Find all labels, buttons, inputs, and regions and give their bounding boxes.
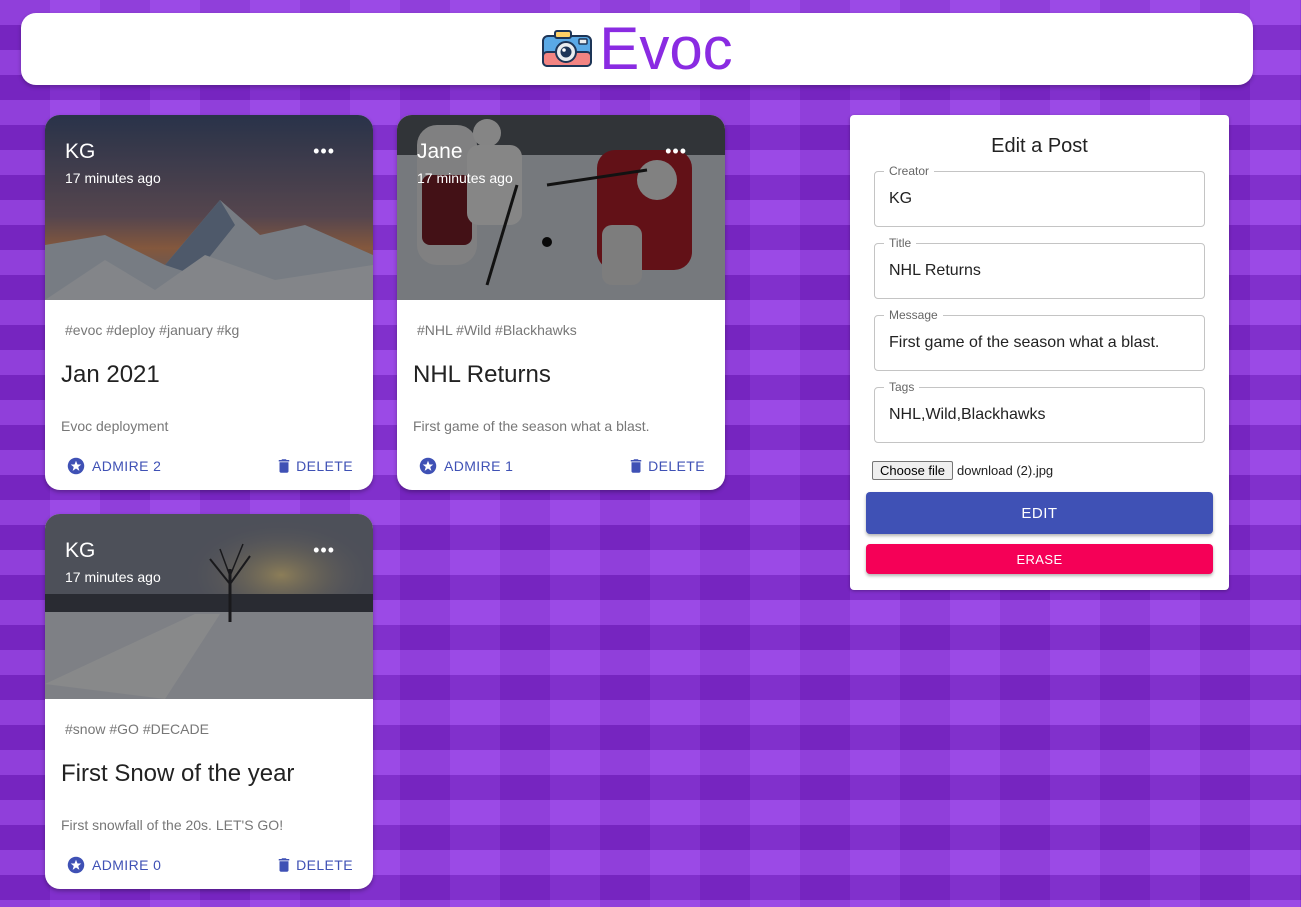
post-image: Jane 17 minutes ago ••• — [397, 115, 725, 300]
post-image: KG 17 minutes ago ••• — [45, 514, 373, 699]
post-creator: KG — [65, 539, 96, 562]
post-tags: #evoc #deploy #january #kg — [65, 322, 240, 338]
admire-label: ADMIRE 2 — [92, 458, 162, 474]
post-actions: ADMIRE 1 DELETE — [397, 455, 725, 479]
admire-label: ADMIRE 1 — [444, 458, 514, 474]
tags-label: Tags — [884, 380, 920, 394]
file-upload: Choose file download (2).jpg — [872, 461, 1053, 480]
post-time: 17 minutes ago — [65, 170, 161, 186]
post-card: KG 17 minutes ago ••• #snow #GO #DECADE … — [45, 514, 373, 889]
admire-label: ADMIRE 0 — [92, 857, 162, 873]
choose-file-button[interactable]: Choose file — [872, 461, 954, 480]
tags-input[interactable] — [889, 406, 1189, 424]
admire-button[interactable]: ADMIRE 1 — [419, 457, 513, 475]
star-icon — [419, 457, 437, 475]
brand: Evoc — [541, 13, 733, 85]
camera-icon — [542, 30, 593, 67]
message-label: Message — [884, 308, 943, 322]
creator-input[interactable] — [889, 190, 1189, 208]
trash-icon — [278, 459, 290, 473]
tags-field[interactable]: Tags — [874, 380, 1205, 443]
delete-button[interactable]: DELETE — [275, 856, 353, 874]
post-time: 17 minutes ago — [65, 569, 161, 585]
more-options-icon[interactable]: ••• — [313, 141, 335, 162]
post-actions: ADMIRE 0 DELETE — [45, 854, 373, 878]
delete-label: DELETE — [648, 458, 705, 474]
edit-post-form: Edit a Post Creator Title Message Tags C… — [850, 115, 1229, 590]
post-title: First Snow of the year — [61, 760, 295, 787]
erase-button[interactable]: ERASE — [866, 544, 1213, 574]
post-card: Jane 17 minutes ago ••• #NHL #Wild #Blac… — [397, 115, 725, 490]
more-options-icon[interactable]: ••• — [665, 141, 687, 162]
post-image: KG 17 minutes ago ••• — [45, 115, 373, 300]
title-label: Title — [884, 236, 917, 250]
creator-field[interactable]: Creator — [874, 164, 1205, 227]
form-heading: Edit a Post — [991, 135, 1088, 157]
message-input[interactable] — [889, 334, 1189, 352]
post-tags: #snow #GO #DECADE — [65, 721, 209, 737]
creator-label: Creator — [884, 164, 935, 178]
post-time: 17 minutes ago — [417, 170, 513, 186]
post-message: First snowfall of the 20s. LET'S GO! — [61, 817, 284, 833]
app-bar: Evoc — [21, 13, 1253, 85]
delete-label: DELETE — [296, 458, 353, 474]
message-field[interactable]: Message — [874, 308, 1205, 371]
post-actions: ADMIRE 2 DELETE — [45, 455, 373, 479]
star-icon — [67, 856, 85, 874]
post-title: NHL Returns — [413, 361, 551, 388]
post-message: First game of the season what a blast. — [413, 418, 650, 434]
more-options-icon[interactable]: ••• — [313, 540, 335, 561]
title-field[interactable]: Title — [874, 236, 1205, 299]
admire-button[interactable]: ADMIRE 2 — [67, 457, 161, 475]
post-tags: #NHL #Wild #Blackhawks — [417, 322, 577, 338]
star-icon — [67, 457, 85, 475]
delete-button[interactable]: DELETE — [275, 457, 353, 475]
post-message: Evoc deployment — [61, 418, 169, 434]
title-input[interactable] — [889, 262, 1189, 280]
delete-button[interactable]: DELETE — [627, 457, 705, 475]
delete-label: DELETE — [296, 857, 353, 873]
file-name: download (2).jpg — [957, 463, 1054, 478]
post-creator: Jane — [417, 140, 463, 163]
post-creator: KG — [65, 140, 96, 163]
post-card: KG 17 minutes ago ••• #evoc #deploy #jan… — [45, 115, 373, 490]
post-title: Jan 2021 — [61, 361, 160, 388]
trash-icon — [278, 858, 290, 872]
app-title: Evoc — [599, 15, 733, 82]
trash-icon — [630, 459, 642, 473]
edit-submit-button[interactable]: EDIT — [866, 492, 1213, 534]
admire-button[interactable]: ADMIRE 0 — [67, 856, 161, 874]
